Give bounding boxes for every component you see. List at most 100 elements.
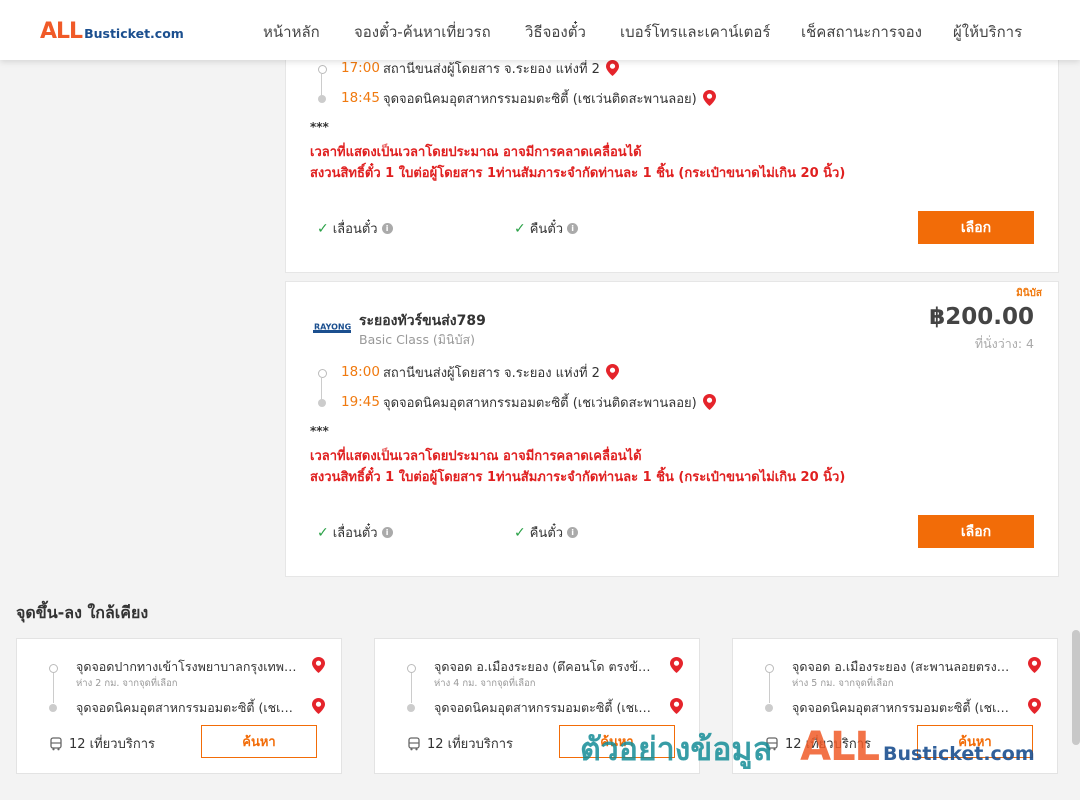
map-pin-icon[interactable]: [670, 698, 683, 714]
bus-icon: [766, 736, 778, 750]
from-dot: [765, 664, 774, 673]
map-pin-icon[interactable]: [702, 394, 716, 410]
depart-dot: [318, 65, 327, 74]
info-icon[interactable]: i: [567, 223, 579, 234]
trip-count-label: 12 เที่ยวบริการ: [785, 737, 871, 752]
check-icon: ✓: [317, 220, 329, 237]
route-line: [769, 673, 770, 703]
warning-note-time: เวลาที่แสดงเป็นเวลาโดยประมาณ อาจมีการคลา…: [310, 449, 642, 464]
operator-logo-text: RAYONG: [314, 323, 351, 332]
select-trip-button[interactable]: เลือก: [918, 515, 1034, 548]
arrive-dot: [318, 399, 326, 407]
check-icon: ✓: [317, 524, 329, 541]
feature-refund: ✓ คืนตั๋ว i: [514, 218, 579, 239]
map-pin-icon[interactable]: [1028, 657, 1041, 673]
bus-type-tag: มินิบัส: [1016, 288, 1042, 299]
check-icon: ✓: [514, 524, 526, 541]
route-line: [411, 673, 412, 703]
route-line: [53, 673, 54, 703]
feature-label: เลื่อนตั๋ว: [332, 526, 378, 541]
arrive-dot: [318, 95, 326, 103]
info-icon[interactable]: i: [381, 527, 393, 538]
nearby-stop-card: จุดจอดปากทางเข้าโรงพยาบาลกรุงเทพระยอง ห่…: [16, 638, 342, 774]
nearby-from: จุดจอด อ.เมืองระยอง (สะพานลอยตรงข้ามห้าง…: [792, 659, 1014, 674]
map-pin-icon[interactable]: [312, 698, 325, 714]
bus-class: Basic Class (มินิบัส): [359, 332, 476, 347]
info-icon[interactable]: i: [381, 223, 393, 234]
feature-reschedule: ✓ เลื่อนตั๋ว i: [317, 218, 393, 239]
feature-reschedule: ✓ เลื่อนตั๋ว i: [317, 522, 393, 543]
nearby-from: จุดจอด อ.เมืองระยอง (ตึคอนโด ตรงข้ามตลาด…: [434, 659, 656, 674]
search-nearby-button[interactable]: ค้นหา: [559, 725, 675, 758]
nav-phone-counters[interactable]: เบอร์โทรและเคาน์เตอร์: [620, 20, 770, 44]
depart-time: 18:00: [341, 364, 380, 380]
depart-time: 17:00: [341, 60, 380, 76]
bus-icon: [50, 736, 62, 750]
arrive-time: 18:45: [341, 90, 380, 106]
map-pin-icon[interactable]: [312, 657, 325, 673]
nav-operators[interactable]: ผู้ให้บริการ: [953, 20, 1022, 44]
warning-note-time: เวลาที่แสดงเป็นเวลาโดยประมาณ อาจมีการคลา…: [310, 145, 642, 160]
map-pin-icon[interactable]: [1028, 698, 1041, 714]
nearby-distance: ห่าง 4 กม. จากจุดที่เลือก: [434, 678, 536, 689]
to-dot: [407, 704, 415, 712]
depart-place: สถานีขนส่งผู้โดยสาร จ.ระยอง แห่งที่ 2: [383, 365, 600, 381]
nearby-from: จุดจอดปากทางเข้าโรงพยาบาลกรุงเทพระยอง: [76, 659, 298, 674]
page-scrollbar[interactable]: [1072, 630, 1080, 745]
trip-card: มินิบัส RAYONG ระยองทัวร์ขนส่ง789 Basic …: [285, 281, 1059, 577]
to-dot: [765, 704, 773, 712]
trip-card: 17:00 สถานีขนส่งผู้โดยสาร จ.ระยอง แห่งที…: [285, 40, 1059, 273]
bus-icon: [408, 736, 420, 750]
map-pin-icon[interactable]: [605, 364, 619, 380]
search-nearby-button[interactable]: ค้นหา: [917, 725, 1033, 758]
note-stars: ***: [310, 424, 329, 438]
map-pin-icon[interactable]: [702, 90, 716, 106]
nearby-to: จุดจอดนิคมอุตสาหกรรมอมตะซิตี้ (เชเว่นติด…: [792, 700, 1014, 715]
to-dot: [49, 704, 57, 712]
warning-note-luggage: สงวนสิทธิ์ตั๋ว 1 ใบต่อผู้โดยสาร 1ท่านสัม…: [310, 470, 846, 485]
depart-row: 17:00 สถานีขนส่งผู้โดยสาร จ.ระยอง แห่งที…: [341, 57, 619, 79]
nearby-to: จุดจอดนิคมอุตสาหกรรมอมตะซิตี้ (เชเว่นติด…: [76, 700, 298, 715]
from-dot: [49, 664, 58, 673]
nearby-to: จุดจอดนิคมอุตสาหกรรมอมตะซิตี้ (เชเว่นติด…: [434, 700, 656, 715]
note-stars: ***: [310, 120, 329, 134]
route-line: [321, 74, 322, 96]
check-icon: ✓: [514, 220, 526, 237]
available-seats: ที่นั่งว่าง: 4: [974, 336, 1034, 351]
arrive-place: จุดจอดนิคมอุตสาหกรรมอมตะซิตี้ (เชเว่นติด…: [383, 395, 697, 411]
nav-book-search[interactable]: จองตั๋ว-ค้นหาเที่ยวรถ: [354, 20, 491, 44]
ticket-price: ฿200.00: [929, 304, 1034, 330]
trip-count-label: 12 เที่ยวบริการ: [427, 737, 513, 752]
feature-label: คืนตั๋ว: [529, 222, 564, 237]
arrive-row: 19:45 จุดจอดนิคมอุตสาหกรรมอมตะซิตี้ (เชเ…: [341, 391, 716, 413]
info-icon[interactable]: i: [567, 527, 579, 538]
nav-how-to-book[interactable]: วิธีจองตั๋ว: [525, 20, 586, 44]
arrive-row: 18:45 จุดจอดนิคมอุตสาหกรรมอมตะซิตี้ (เชเ…: [341, 87, 716, 109]
feature-label: คืนตั๋ว: [529, 526, 564, 541]
trip-count: 12 เที่ยวบริการ: [765, 733, 871, 754]
nearby-stop-card: จุดจอด อ.เมืองระยอง (ตึคอนโด ตรงข้ามตลาด…: [374, 638, 700, 774]
nav-home[interactable]: หน้าหลัก: [263, 20, 320, 44]
nav-check-status[interactable]: เช็คสถานะการจอง: [801, 20, 922, 44]
map-pin-icon[interactable]: [670, 657, 683, 673]
top-header: ALL Busticket.com หน้าหลัก จองตั๋ว-ค้นหา…: [0, 0, 1080, 60]
route-line: [321, 378, 322, 400]
select-trip-button[interactable]: เลือก: [918, 211, 1034, 244]
nearby-distance: ห่าง 5 กม. จากจุดที่เลือก: [792, 678, 894, 689]
depart-dot: [318, 369, 327, 378]
nearby-distance: ห่าง 2 กม. จากจุดที่เลือก: [76, 678, 178, 689]
arrive-place: จุดจอดนิคมอุตสาหกรรมอมตะซิตี้ (เชเว่นติด…: [383, 91, 697, 107]
feature-refund: ✓ คืนตั๋ว i: [514, 522, 579, 543]
operator-name: ระยองทัวร์ขนส่ง789: [359, 313, 486, 329]
map-pin-icon[interactable]: [605, 60, 619, 76]
depart-place: สถานีขนส่งผู้โดยสาร จ.ระยอง แห่งที่ 2: [383, 61, 600, 77]
search-nearby-button[interactable]: ค้นหา: [201, 725, 317, 758]
operator-logo: RAYONG: [313, 320, 351, 334]
nearby-stop-card: จุดจอด อ.เมืองระยอง (สะพานลอยตรงข้ามห้าง…: [732, 638, 1058, 774]
feature-label: เลื่อนตั๋ว: [332, 222, 378, 237]
main-nav: หน้าหลัก จองตั๋ว-ค้นหาเที่ยวรถ วิธีจองตั…: [0, 20, 1080, 42]
trip-count-label: 12 เที่ยวบริการ: [69, 737, 155, 752]
trip-count: 12 เที่ยวบริการ: [49, 733, 155, 754]
depart-row: 18:00 สถานีขนส่งผู้โดยสาร จ.ระยอง แห่งที…: [341, 361, 619, 383]
from-dot: [407, 664, 416, 673]
